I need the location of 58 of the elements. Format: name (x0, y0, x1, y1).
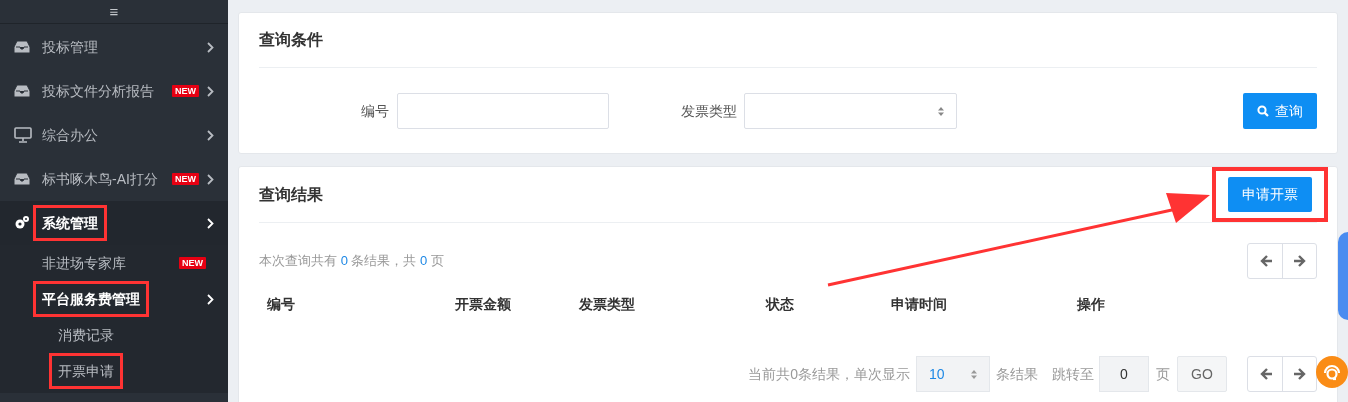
chevron-icon (207, 173, 214, 185)
menu-label: 综合办公 (42, 125, 98, 145)
column-header: 开票金额 (455, 296, 511, 312)
gears-icon (14, 215, 30, 231)
pagination-text: 跳转至 (1052, 364, 1094, 384)
input-field[interactable] (397, 93, 609, 129)
chevron-icon (207, 85, 214, 97)
sort-icon (938, 106, 944, 116)
new-badge: NEW (172, 85, 199, 97)
inbox-icon (14, 40, 30, 54)
menu-label: 平台服务费管理 (42, 291, 140, 307)
panel-title: 查询结果 (259, 184, 323, 205)
new-badge: NEW (179, 257, 206, 269)
sidebar-item[interactable]: 投标管理 (0, 25, 228, 69)
result-summary: 本次查询共有 0 条结果，共 0 页 (259, 252, 444, 271)
menu-label: 标书啄木鸟-AI打分 (42, 169, 158, 189)
arrow-right-icon (1292, 367, 1307, 381)
menu-label: 投标文件分析报告 (42, 81, 154, 101)
field-label: 发票类型 (680, 101, 737, 121)
arrow-right-icon (1292, 254, 1307, 268)
submenu-item[interactable]: 开票申请 (0, 353, 228, 389)
inbox-icon (14, 172, 30, 186)
chevron-icon (207, 293, 214, 305)
new-badge: NEW (172, 173, 199, 185)
sidebar-item[interactable]: 标书啄木鸟-AI打分 NEW (0, 157, 228, 201)
menu-label: 开票申请 (58, 363, 114, 379)
column-header: 编号 (267, 296, 295, 312)
inbox-icon (14, 84, 30, 98)
page-jump-input[interactable]: 0 (1099, 356, 1149, 392)
field-label: 编号 (360, 101, 389, 121)
submenu-item[interactable]: 消费记录 (0, 317, 228, 353)
sidebar-item[interactable]: 综合办公 (0, 113, 228, 157)
pagination-text: 页 (1156, 364, 1170, 384)
sidebar-item[interactable]: 系统管理 (0, 201, 228, 245)
panel-title: 查询条件 (259, 30, 323, 50)
column-header: 发票类型 (579, 296, 635, 312)
menu-icon[interactable]: ≡ (109, 4, 119, 19)
chevron-icon (207, 41, 214, 53)
chevron-icon (207, 217, 214, 229)
menu-label: 非进场专家库 (42, 253, 126, 273)
menu-label: 消费记录 (58, 325, 114, 345)
search-icon (1257, 105, 1269, 117)
select-field[interactable] (744, 93, 957, 129)
side-tab[interactable] (1338, 232, 1348, 320)
submenu-item[interactable]: 平台服务费管理 (0, 281, 228, 317)
submenu-item[interactable]: 非进场专家库 NEW (0, 245, 228, 281)
chevron-icon (207, 129, 214, 141)
monitor-icon (14, 127, 32, 143)
menu-label: 系统管理 (42, 215, 98, 231)
pagination-text: 条结果 (996, 364, 1038, 384)
column-header: 状态 (766, 296, 794, 312)
go-button[interactable]: GO (1177, 356, 1227, 392)
pagination-text: 当前共0条结果，单次显示 (748, 364, 910, 384)
sidebar-item[interactable]: 投标文件分析报告 NEW (0, 69, 228, 113)
sort-icon (971, 369, 977, 379)
column-header: 操作 (1077, 296, 1105, 312)
menu-label: 投标管理 (42, 37, 98, 57)
column-header: 申请时间 (891, 296, 947, 312)
